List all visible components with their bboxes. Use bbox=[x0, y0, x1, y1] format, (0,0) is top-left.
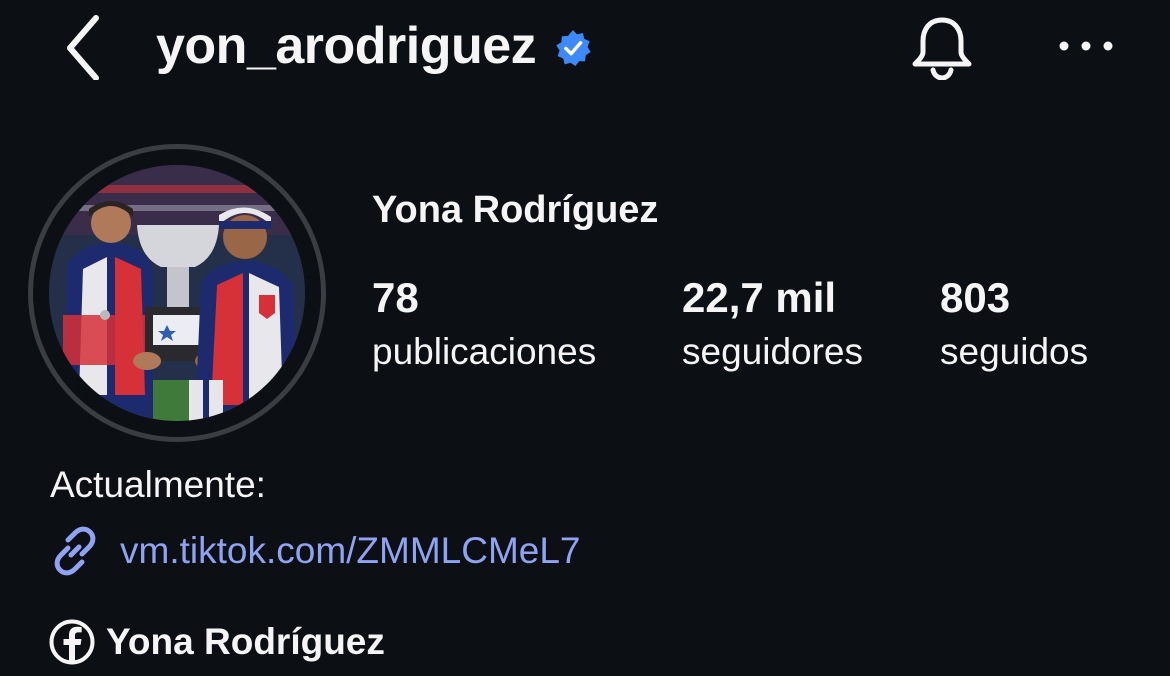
username-row: yon_arodriguez bbox=[156, 14, 592, 78]
back-button[interactable] bbox=[56, 10, 116, 81]
chevron-left-icon bbox=[67, 15, 99, 81]
facebook-link[interactable]: Yona Rodríguez bbox=[48, 616, 385, 668]
profile-header: yon_arodriguez bbox=[0, 0, 1170, 100]
facebook-icon bbox=[49, 619, 95, 665]
posts-count-stat[interactable]: 78 publicaciones bbox=[372, 270, 596, 378]
bio-text: Actualmente: bbox=[50, 464, 266, 505]
bio-link[interactable]: vm.tiktok.com/ZMMLCMeL7 bbox=[48, 524, 581, 578]
profile-username: yon_arodriguez bbox=[156, 17, 537, 75]
followers-count-stat[interactable]: 22,7 mil seguidores bbox=[682, 270, 863, 378]
profile-display-name: Yona Rodríguez bbox=[372, 189, 659, 231]
posts-label: publicaciones bbox=[372, 331, 597, 372]
verified-badge-icon bbox=[556, 29, 591, 67]
following-count-stat[interactable]: 803 seguidos bbox=[940, 270, 1088, 378]
more-horizontal-icon bbox=[1059, 41, 1113, 51]
profile-picture bbox=[49, 165, 305, 421]
notifications-button[interactable] bbox=[906, 14, 978, 81]
profile-picture-ring[interactable] bbox=[28, 144, 326, 442]
followers-label: seguidores bbox=[682, 331, 864, 372]
more-options-button[interactable] bbox=[1056, 24, 1116, 68]
posts-count: 78 bbox=[372, 274, 419, 321]
bell-icon bbox=[912, 17, 972, 81]
following-count: 803 bbox=[940, 274, 1011, 321]
link-icon bbox=[54, 526, 96, 576]
facebook-name: Yona Rodríguez bbox=[106, 621, 385, 662]
following-label: seguidos bbox=[940, 331, 1089, 372]
followers-count: 22,7 mil bbox=[682, 274, 837, 321]
bio-link-text: vm.tiktok.com/ZMMLCMeL7 bbox=[120, 530, 581, 571]
